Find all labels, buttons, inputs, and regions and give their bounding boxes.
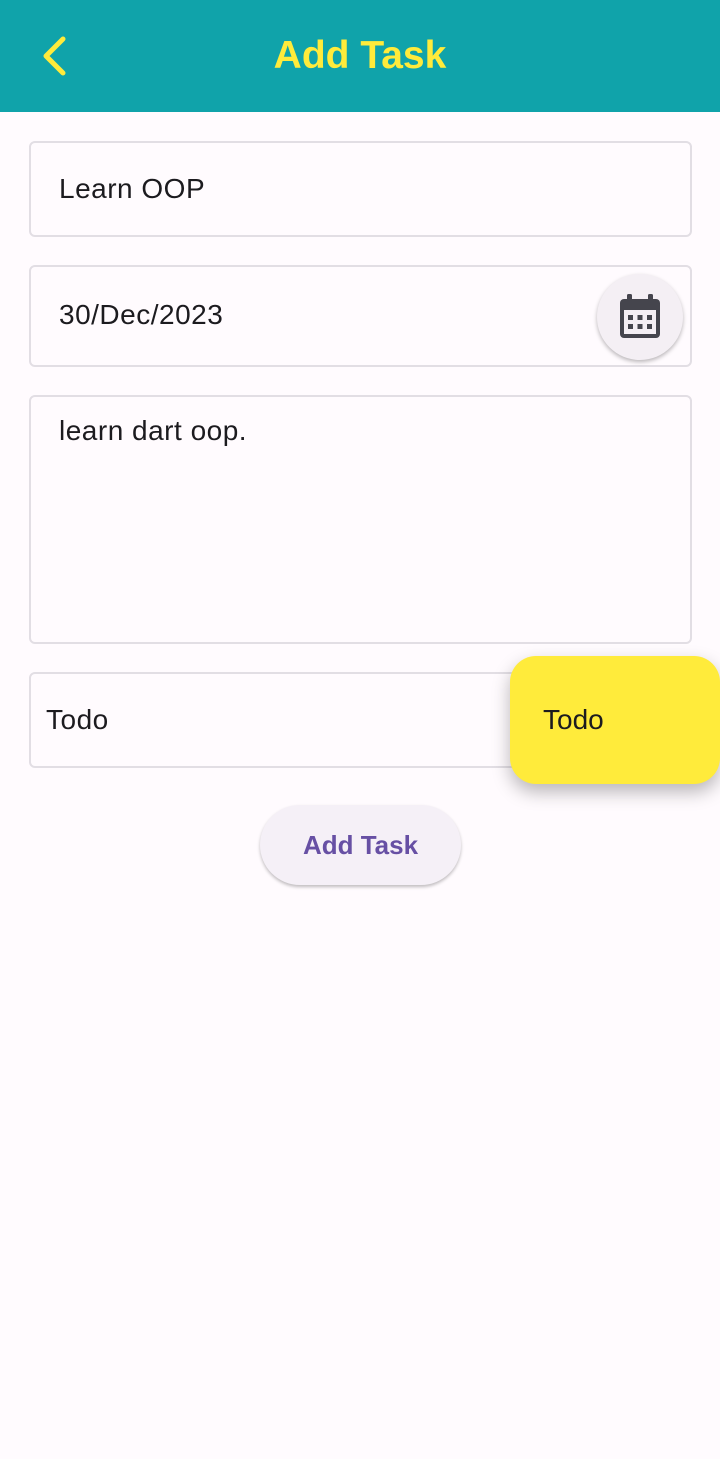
task-date-value: 30/Dec/2023 bbox=[59, 299, 224, 330]
date-picker-button[interactable] bbox=[597, 274, 683, 360]
page-title: Add Task bbox=[273, 34, 447, 77]
task-date-field[interactable]: 30/Dec/2023 bbox=[29, 265, 692, 367]
calendar-icon bbox=[620, 294, 660, 338]
app-bar: Add Task bbox=[0, 0, 720, 112]
status-selected-value: Todo bbox=[46, 704, 109, 735]
task-description-field[interactable]: learn dart oop. bbox=[29, 395, 692, 644]
task-title-value: Learn OOP bbox=[59, 173, 206, 204]
task-description-value: learn dart oop. bbox=[59, 415, 248, 446]
status-menu-popup: Todo bbox=[510, 656, 720, 784]
task-title-field[interactable]: Learn OOP bbox=[29, 141, 692, 237]
status-menu-item-todo[interactable]: Todo bbox=[543, 704, 604, 736]
add-task-button[interactable]: Add Task bbox=[260, 805, 461, 885]
